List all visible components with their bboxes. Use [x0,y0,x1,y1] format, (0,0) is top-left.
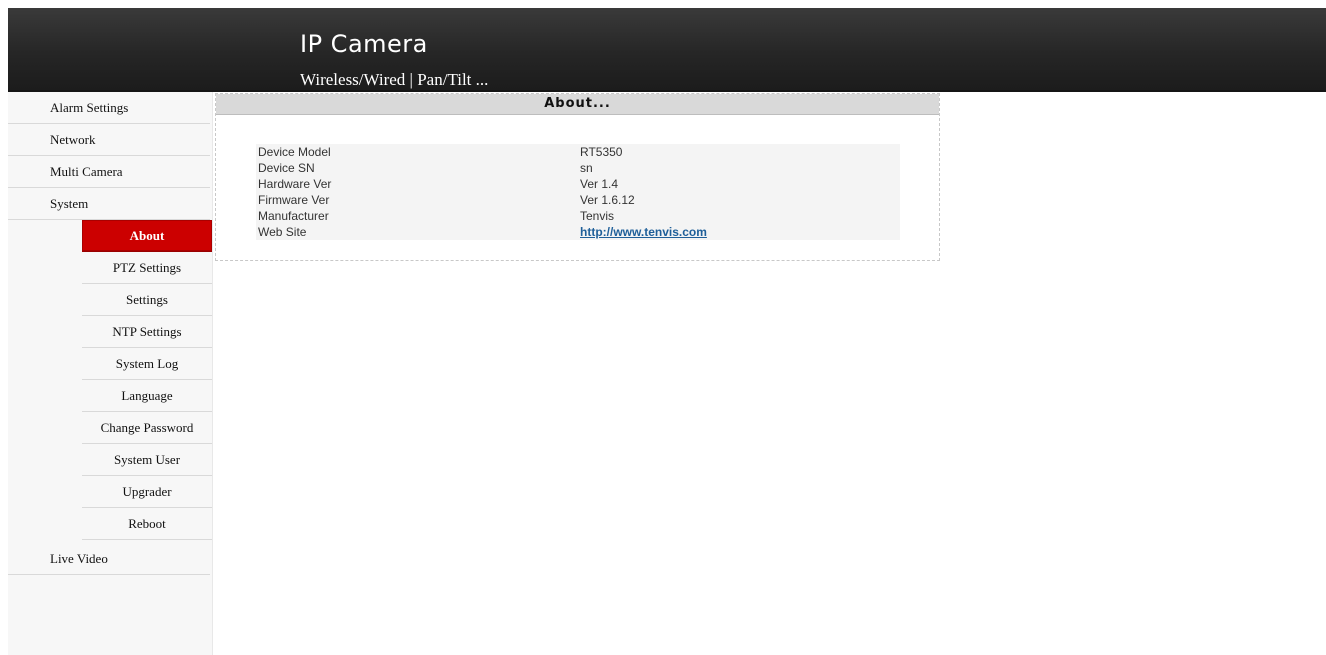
row-label: Manufacturer [258,209,329,223]
sidebar-subitem-ntp-settings[interactable]: NTP Settings [82,316,212,348]
about-panel: About... Device Model RT5350 Device SN s… [215,93,940,261]
sidebar: Alarm Settings Network Multi Camera Syst… [8,92,213,655]
row-label: Web Site [258,225,307,239]
table-row: Firmware Ver Ver 1.6.12 [256,192,900,208]
sidebar-subitem-change-password[interactable]: Change Password [82,412,212,444]
app-title: IP Camera [300,30,428,58]
page: IP Camera Wireless/Wired | Pan/Tilt ... … [0,0,1326,655]
row-label: Device Model [258,145,331,159]
website-link[interactable]: http://www.tenvis.com [580,225,707,239]
table-row: Hardware Ver Ver 1.4 [256,176,900,192]
row-value: sn [580,161,593,175]
table-row: Device Model RT5350 [256,144,900,160]
top-strip [0,0,1326,8]
sidebar-item-alarm-settings[interactable]: Alarm Settings [8,92,210,124]
table-row: Device SN sn [256,160,900,176]
sidebar-item-live-video[interactable]: Live Video [8,543,210,575]
sidebar-subitem-language[interactable]: Language [82,380,212,412]
device-info-table: Device Model RT5350 Device SN sn Hardwar… [256,144,900,240]
row-label: Firmware Ver [258,193,330,207]
sidebar-subitem-upgrader[interactable]: Upgrader [82,476,212,508]
sidebar-subitem-ptz-settings[interactable]: PTZ Settings [82,252,212,284]
sidebar-subitem-settings[interactable]: Settings [82,284,212,316]
row-label: Device SN [258,161,315,175]
row-value: Ver 1.4 [580,177,619,191]
table-row: Manufacturer Tenvis [256,208,900,224]
row-value: RT5350 [580,145,623,159]
sidebar-subitem-system-user[interactable]: System User [82,444,212,476]
table-row: Web Site http://www.tenvis.com [256,224,900,240]
row-value-cell: http://www.tenvis.com [578,224,900,240]
sidebar-item-network[interactable]: Network [8,124,210,156]
sidebar-item-system[interactable]: System [8,188,210,220]
sidebar-item-multi-camera[interactable]: Multi Camera [8,156,210,188]
row-label: Hardware Ver [258,177,332,191]
panel-heading: About... [216,94,939,115]
header-banner: IP Camera Wireless/Wired | Pan/Tilt ... [8,8,1326,92]
row-value: Tenvis [580,209,615,223]
sidebar-subitem-system-log[interactable]: System Log [82,348,212,380]
sidebar-subitem-reboot[interactable]: Reboot [82,508,212,540]
row-value: Ver 1.6.12 [580,193,635,207]
app-subtitle: Wireless/Wired | Pan/Tilt ... [300,70,489,89]
sidebar-subitem-about[interactable]: About [82,220,212,252]
